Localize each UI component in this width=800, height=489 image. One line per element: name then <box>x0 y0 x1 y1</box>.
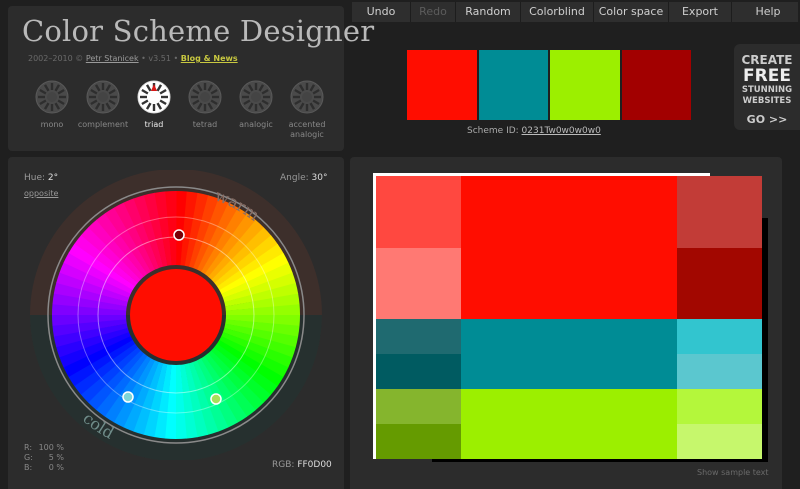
color-wheel[interactable]: warm cold <box>24 170 328 460</box>
ad-banner[interactable]: CREATE FREE STUNNING WEBSITES GO >> <box>734 44 800 130</box>
top-menu: Undo Redo Random Colorblind Color space Expor… <box>352 2 798 22</box>
rgb-hex-readout: RGB: FF0D00 <box>272 460 332 470</box>
scheme-id-label: Scheme ID: <box>467 126 522 136</box>
menu-undo[interactable]: Undo <box>352 2 410 22</box>
mode-complement[interactable]: complement <box>77 80 129 130</box>
rgb-value: 5 % <box>48 453 64 462</box>
ad-line-stunning: STUNNING <box>741 85 793 95</box>
menu-redo[interactable]: Redo <box>410 2 455 22</box>
mode-tetrad[interactable]: tetrad <box>179 80 231 130</box>
rgb-value: 100 % <box>38 443 64 452</box>
rgb-key: B: <box>24 463 33 472</box>
menu-export[interactable]: Export <box>668 2 731 22</box>
menu-random[interactable]: Random <box>455 2 520 22</box>
rgb-row: G: 5 % <box>24 453 64 463</box>
secondary1-main-color[interactable] <box>461 319 677 389</box>
secondary1-shade-right-2[interactable] <box>677 354 762 389</box>
rgb-key: R: <box>24 443 33 452</box>
scheme-swatch-2[interactable] <box>478 50 548 120</box>
primary-shade-right-1[interactable] <box>677 176 762 248</box>
blog-link[interactable]: Blog & News <box>181 54 238 63</box>
color-wheel-icon <box>290 80 324 114</box>
primary-shade-left-1[interactable] <box>376 176 461 248</box>
mode-accented-analogic[interactable]: accented analogic <box>281 80 333 140</box>
primary-main-color[interactable] <box>461 176 677 319</box>
color-wheel-icon <box>35 80 69 114</box>
menu-help[interactable]: Help <box>731 2 800 22</box>
app-title: Color Scheme Designer <box>22 14 375 48</box>
mode-mono[interactable]: mono <box>26 80 78 130</box>
scheme-swatches <box>407 50 691 120</box>
mode-label: analogic <box>239 120 273 129</box>
secondary2-main-color[interactable] <box>461 389 677 459</box>
version-text: • v3.51 • <box>138 54 181 63</box>
rgb-percent-readout: R: 100 % G: 5 % B: 0 % <box>24 443 64 473</box>
secondary1-shade-left-2[interactable] <box>376 354 461 389</box>
author-link[interactable]: Petr Stanicek <box>86 54 139 63</box>
preview-grid <box>376 176 762 459</box>
menu-color-space[interactable]: Color space <box>593 2 668 22</box>
color-wheel-icon <box>188 80 222 114</box>
mode-label: tetrad <box>192 120 218 129</box>
mode-label: triad <box>144 120 164 129</box>
secondary2-shade-right-2[interactable] <box>677 424 762 459</box>
primary-shade-right-2[interactable] <box>677 247 762 319</box>
rgb-row: B: 0 % <box>24 463 64 473</box>
color-wheel-icon <box>137 80 171 114</box>
scheme-id: Scheme ID: 0231Tw0w0w0w0 <box>467 126 601 136</box>
rgb-hex-label: RGB: <box>272 460 295 470</box>
show-sample-text-link[interactable]: Show sample text <box>697 468 769 477</box>
scheme-swatch-1[interactable] <box>407 50 477 120</box>
mode-label: complement <box>77 120 129 129</box>
secondary2-shade-right-1[interactable] <box>677 389 762 424</box>
primary-hue-handle[interactable] <box>173 229 185 241</box>
secondary2-shade-left-2[interactable] <box>376 424 461 459</box>
secondary-hue-handle-1[interactable] <box>122 391 134 403</box>
primary-shade-left-2[interactable] <box>376 247 461 319</box>
menu-colorblind[interactable]: Colorblind <box>520 2 593 22</box>
secondary-hue-handle-2[interactable] <box>210 393 222 405</box>
scheme-id-link[interactable]: 0231Tw0w0w0w0 <box>522 126 601 136</box>
scheme-mode-selector: mono complement triad tetrad analogic ac… <box>26 80 346 150</box>
ad-line-free: FREE <box>743 66 791 86</box>
scheme-swatch-3[interactable] <box>550 50 620 120</box>
color-wheel-icon <box>239 80 273 114</box>
wheel-center-color <box>130 269 222 361</box>
rgb-value: 0 % <box>48 463 64 472</box>
rgb-key: G: <box>24 453 33 462</box>
scheme-swatch-4[interactable] <box>621 50 691 120</box>
mode-label: accented analogic <box>288 120 326 139</box>
mode-label: mono <box>40 120 64 129</box>
ad-go-button[interactable]: GO >> <box>734 113 800 126</box>
color-wheel-icon <box>86 80 120 114</box>
mode-triad[interactable]: triad <box>128 80 180 130</box>
ad-line-websites: WEBSITES <box>742 96 792 106</box>
app-credit: 2002–2010 © Petr Stanicek • v3.51 • Blog… <box>28 54 238 63</box>
rgb-row: R: 100 % <box>24 443 64 453</box>
secondary1-shade-right-1[interactable] <box>677 319 762 354</box>
secondary2-shade-left-1[interactable] <box>376 389 461 424</box>
mode-analogic[interactable]: analogic <box>230 80 282 130</box>
credit-prefix: 2002–2010 © <box>28 54 86 63</box>
secondary1-shade-left-1[interactable] <box>376 319 461 354</box>
rgb-hex-value[interactable]: FF0D00 <box>297 460 331 470</box>
